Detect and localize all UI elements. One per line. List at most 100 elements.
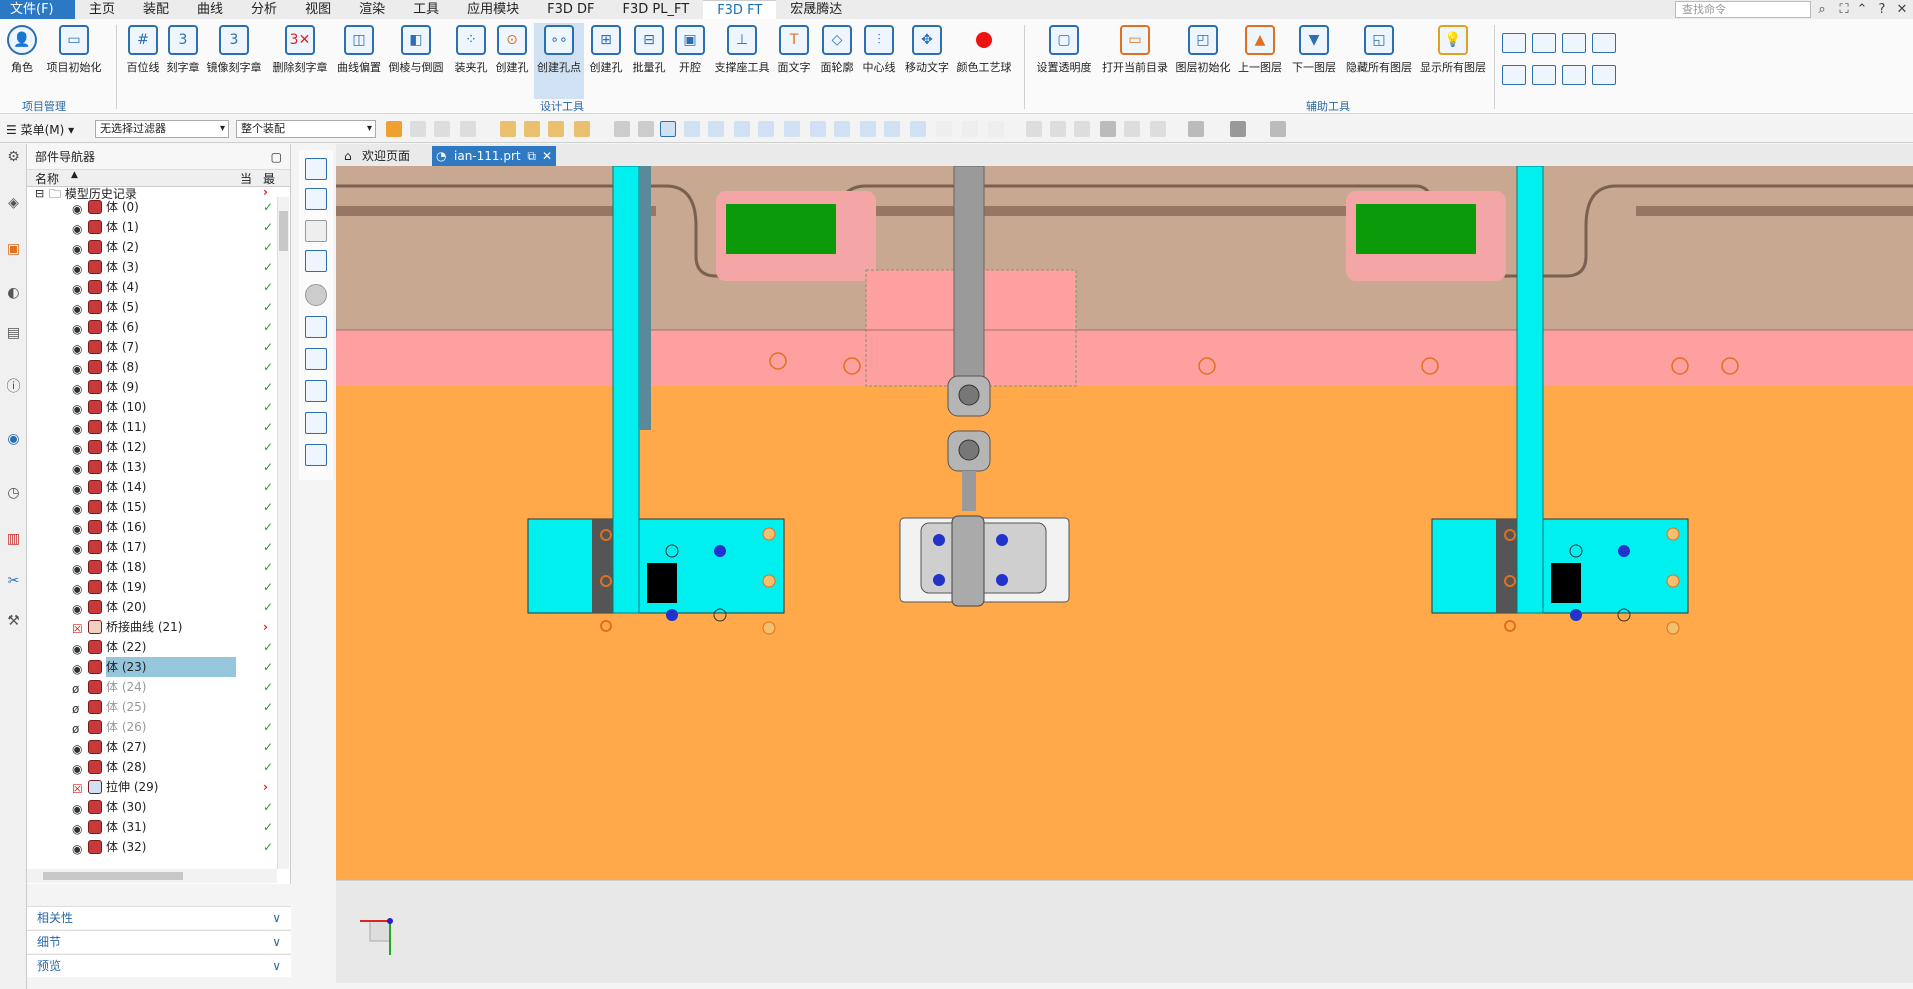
- filter-tool-icon[interactable]: [410, 121, 426, 137]
- aux-btn-0[interactable]: ▢ 设置透明度: [1034, 23, 1094, 99]
- eye-icon[interactable]: ◉: [72, 759, 82, 779]
- menu-dropdown[interactable]: ☰ 菜单(M) ▾: [6, 121, 74, 138]
- select-tool-icon[interactable]: [386, 121, 402, 137]
- panel-dependencies[interactable]: 相关性 ∨: [27, 906, 291, 929]
- aux-btn-6[interactable]: 💡 显示所有图层: [1418, 23, 1488, 99]
- tree-row[interactable]: ◉ 体 (15) ✓: [27, 497, 277, 517]
- filter-tool-icon[interactable]: [434, 121, 450, 137]
- aux-btn-2[interactable]: ◰ 图层初始化: [1174, 23, 1232, 99]
- close-tab-icon[interactable]: ✕: [542, 146, 552, 166]
- tree-row[interactable]: ◉ 体 (31) ✓: [27, 817, 277, 837]
- sphere-icon[interactable]: [305, 284, 327, 306]
- show-icon[interactable]: [305, 316, 327, 338]
- eye-icon[interactable]: ◉: [72, 399, 82, 419]
- ribbon-btn-12[interactable]: ⊥ 支撑座工具: [712, 23, 772, 99]
- eye-icon[interactable]: ◉: [72, 419, 82, 439]
- menu-hongsheng[interactable]: 宏晟腾达: [776, 0, 856, 19]
- snap-point-icon[interactable]: [684, 121, 700, 137]
- close-icon[interactable]: ✕: [1893, 0, 1911, 19]
- eye-icon[interactable]: ◉: [72, 519, 82, 539]
- ribbon-btn-0[interactable]: # 百位线: [122, 23, 164, 99]
- assembly-select[interactable]: 整个装配: [236, 120, 376, 138]
- eye-icon[interactable]: ◉: [72, 739, 82, 759]
- layer-small-icon[interactable]: [1592, 33, 1616, 53]
- eye-icon[interactable]: ◉: [72, 559, 82, 579]
- layer-small-icon[interactable]: [1532, 33, 1556, 53]
- filter-tool-icon[interactable]: [460, 121, 476, 137]
- layer-small-icon[interactable]: [1562, 33, 1586, 53]
- tree-row[interactable]: ◉ 体 (9) ✓: [27, 377, 277, 397]
- shading-icon[interactable]: [1230, 121, 1246, 137]
- menu-assembly[interactable]: 装配: [129, 0, 183, 19]
- tab-menu-icon[interactable]: ⧉: [527, 146, 536, 166]
- tree-row[interactable]: ◉ 体 (10) ✓: [27, 397, 277, 417]
- command-search-input[interactable]: 查找命令: [1675, 1, 1811, 18]
- menu-f3d-df[interactable]: F3D DF: [533, 0, 608, 19]
- ribbon-btn-10[interactable]: ⊟ 批量孔: [628, 23, 670, 99]
- ribbon-btn-11[interactable]: ▣ 开腔: [672, 23, 708, 99]
- tree-row[interactable]: ø 体 (25) ✓: [27, 697, 277, 717]
- error-icon[interactable]: ☒: [72, 779, 83, 799]
- view-tool-icon[interactable]: [1026, 121, 1042, 137]
- tree-row[interactable]: ◉ 体 (16) ✓: [27, 517, 277, 537]
- ribbon-btn-4[interactable]: ◫ 曲线偏置: [334, 23, 384, 99]
- eye-icon[interactable]: ◉: [72, 479, 82, 499]
- ribbon-btn-13[interactable]: T 面文字: [774, 23, 814, 99]
- side-tool-icon[interactable]: [305, 158, 327, 180]
- side-tool-icon[interactable]: [305, 250, 327, 272]
- view-tool-icon[interactable]: [1050, 121, 1066, 137]
- panel-details[interactable]: 细节 ∨: [27, 930, 291, 953]
- tree-row[interactable]: ◉ 体 (23) ✓: [27, 657, 277, 677]
- tree-row[interactable]: ◉ 体 (3) ✓: [27, 257, 277, 277]
- menu-file[interactable]: 文件(F): [0, 0, 75, 19]
- tree-row[interactable]: ◉ 体 (18) ✓: [27, 557, 277, 577]
- eye-icon[interactable]: ◉: [72, 579, 82, 599]
- eye-icon[interactable]: ◉: [72, 239, 82, 259]
- process-studio-icon[interactable]: ⚒: [4, 612, 23, 631]
- view-tool-icon[interactable]: [1124, 121, 1140, 137]
- snap-point-icon[interactable]: [758, 121, 774, 137]
- menu-view[interactable]: 视图: [291, 0, 345, 19]
- snap-point-icon[interactable]: [910, 121, 926, 137]
- tree-row[interactable]: ☒ 桥接曲线 (21) ›: [27, 617, 277, 637]
- part-navigator-icon[interactable]: ▣: [4, 240, 23, 259]
- tree-row[interactable]: ◉ 体 (6) ✓: [27, 317, 277, 337]
- tab-part-file[interactable]: ◔ ian-111.prt ⧉ ✕: [432, 146, 556, 166]
- tree-row[interactable]: ◉ 体 (32) ✓: [27, 837, 277, 857]
- eye-icon[interactable]: ◉: [72, 359, 82, 379]
- tree-row[interactable]: ◉ 体 (20) ✓: [27, 597, 277, 617]
- snap-tool-icon[interactable]: [574, 121, 590, 137]
- snap-tool-icon[interactable]: [548, 121, 564, 137]
- snap-point-icon[interactable]: [708, 121, 724, 137]
- tree-row[interactable]: ◉ 体 (8) ✓: [27, 357, 277, 377]
- menu-tools[interactable]: 工具: [399, 0, 453, 19]
- aux-btn-4[interactable]: ▼ 下一图层: [1290, 23, 1338, 99]
- eye-icon[interactable]: ◉: [72, 299, 82, 319]
- eye-icon[interactable]: ◉: [72, 259, 82, 279]
- snap-point-icon[interactable]: [784, 121, 800, 137]
- eye-icon[interactable]: ◉: [72, 339, 82, 359]
- hidden-eye-icon[interactable]: ø: [72, 699, 79, 719]
- maximize-icon[interactable]: ▢: [271, 144, 282, 170]
- tree-row[interactable]: ø 体 (24) ✓: [27, 677, 277, 697]
- ribbon-btn-7[interactable]: ⊙ 创建孔: [492, 23, 532, 99]
- snap-point-icon[interactable]: [884, 121, 900, 137]
- ribbon-btn-3[interactable]: 3✕ 删除刻字章: [270, 23, 330, 99]
- view-tool-icon[interactable]: [1100, 121, 1116, 137]
- menu-apps[interactable]: 应用模块: [453, 0, 533, 19]
- layer-small-icon[interactable]: [1532, 65, 1556, 85]
- ribbon-btn-8[interactable]: ∘∘ 创建孔点: [534, 23, 584, 99]
- tree-row[interactable]: ◉ 体 (19) ✓: [27, 577, 277, 597]
- snap-tool-icon[interactable]: [500, 121, 516, 137]
- eye-icon[interactable]: ◉: [72, 799, 82, 819]
- tab-welcome[interactable]: ⌂ 欢迎页面: [340, 146, 430, 166]
- ribbon-btn-5[interactable]: ◧ 倒棱与倒圆: [386, 23, 446, 99]
- eye-icon[interactable]: ◉: [72, 539, 82, 559]
- eye-icon[interactable]: ◉: [72, 659, 82, 679]
- reuse-library-icon[interactable]: ◐: [4, 284, 23, 303]
- ribbon-btn-1[interactable]: 3 刻字章: [164, 23, 202, 99]
- layer-small-icon[interactable]: [1502, 33, 1526, 53]
- hide-icon[interactable]: [305, 220, 327, 242]
- menu-curve[interactable]: 曲线: [183, 0, 237, 19]
- aux-btn-1[interactable]: ▭ 打开当前目录: [1098, 23, 1172, 99]
